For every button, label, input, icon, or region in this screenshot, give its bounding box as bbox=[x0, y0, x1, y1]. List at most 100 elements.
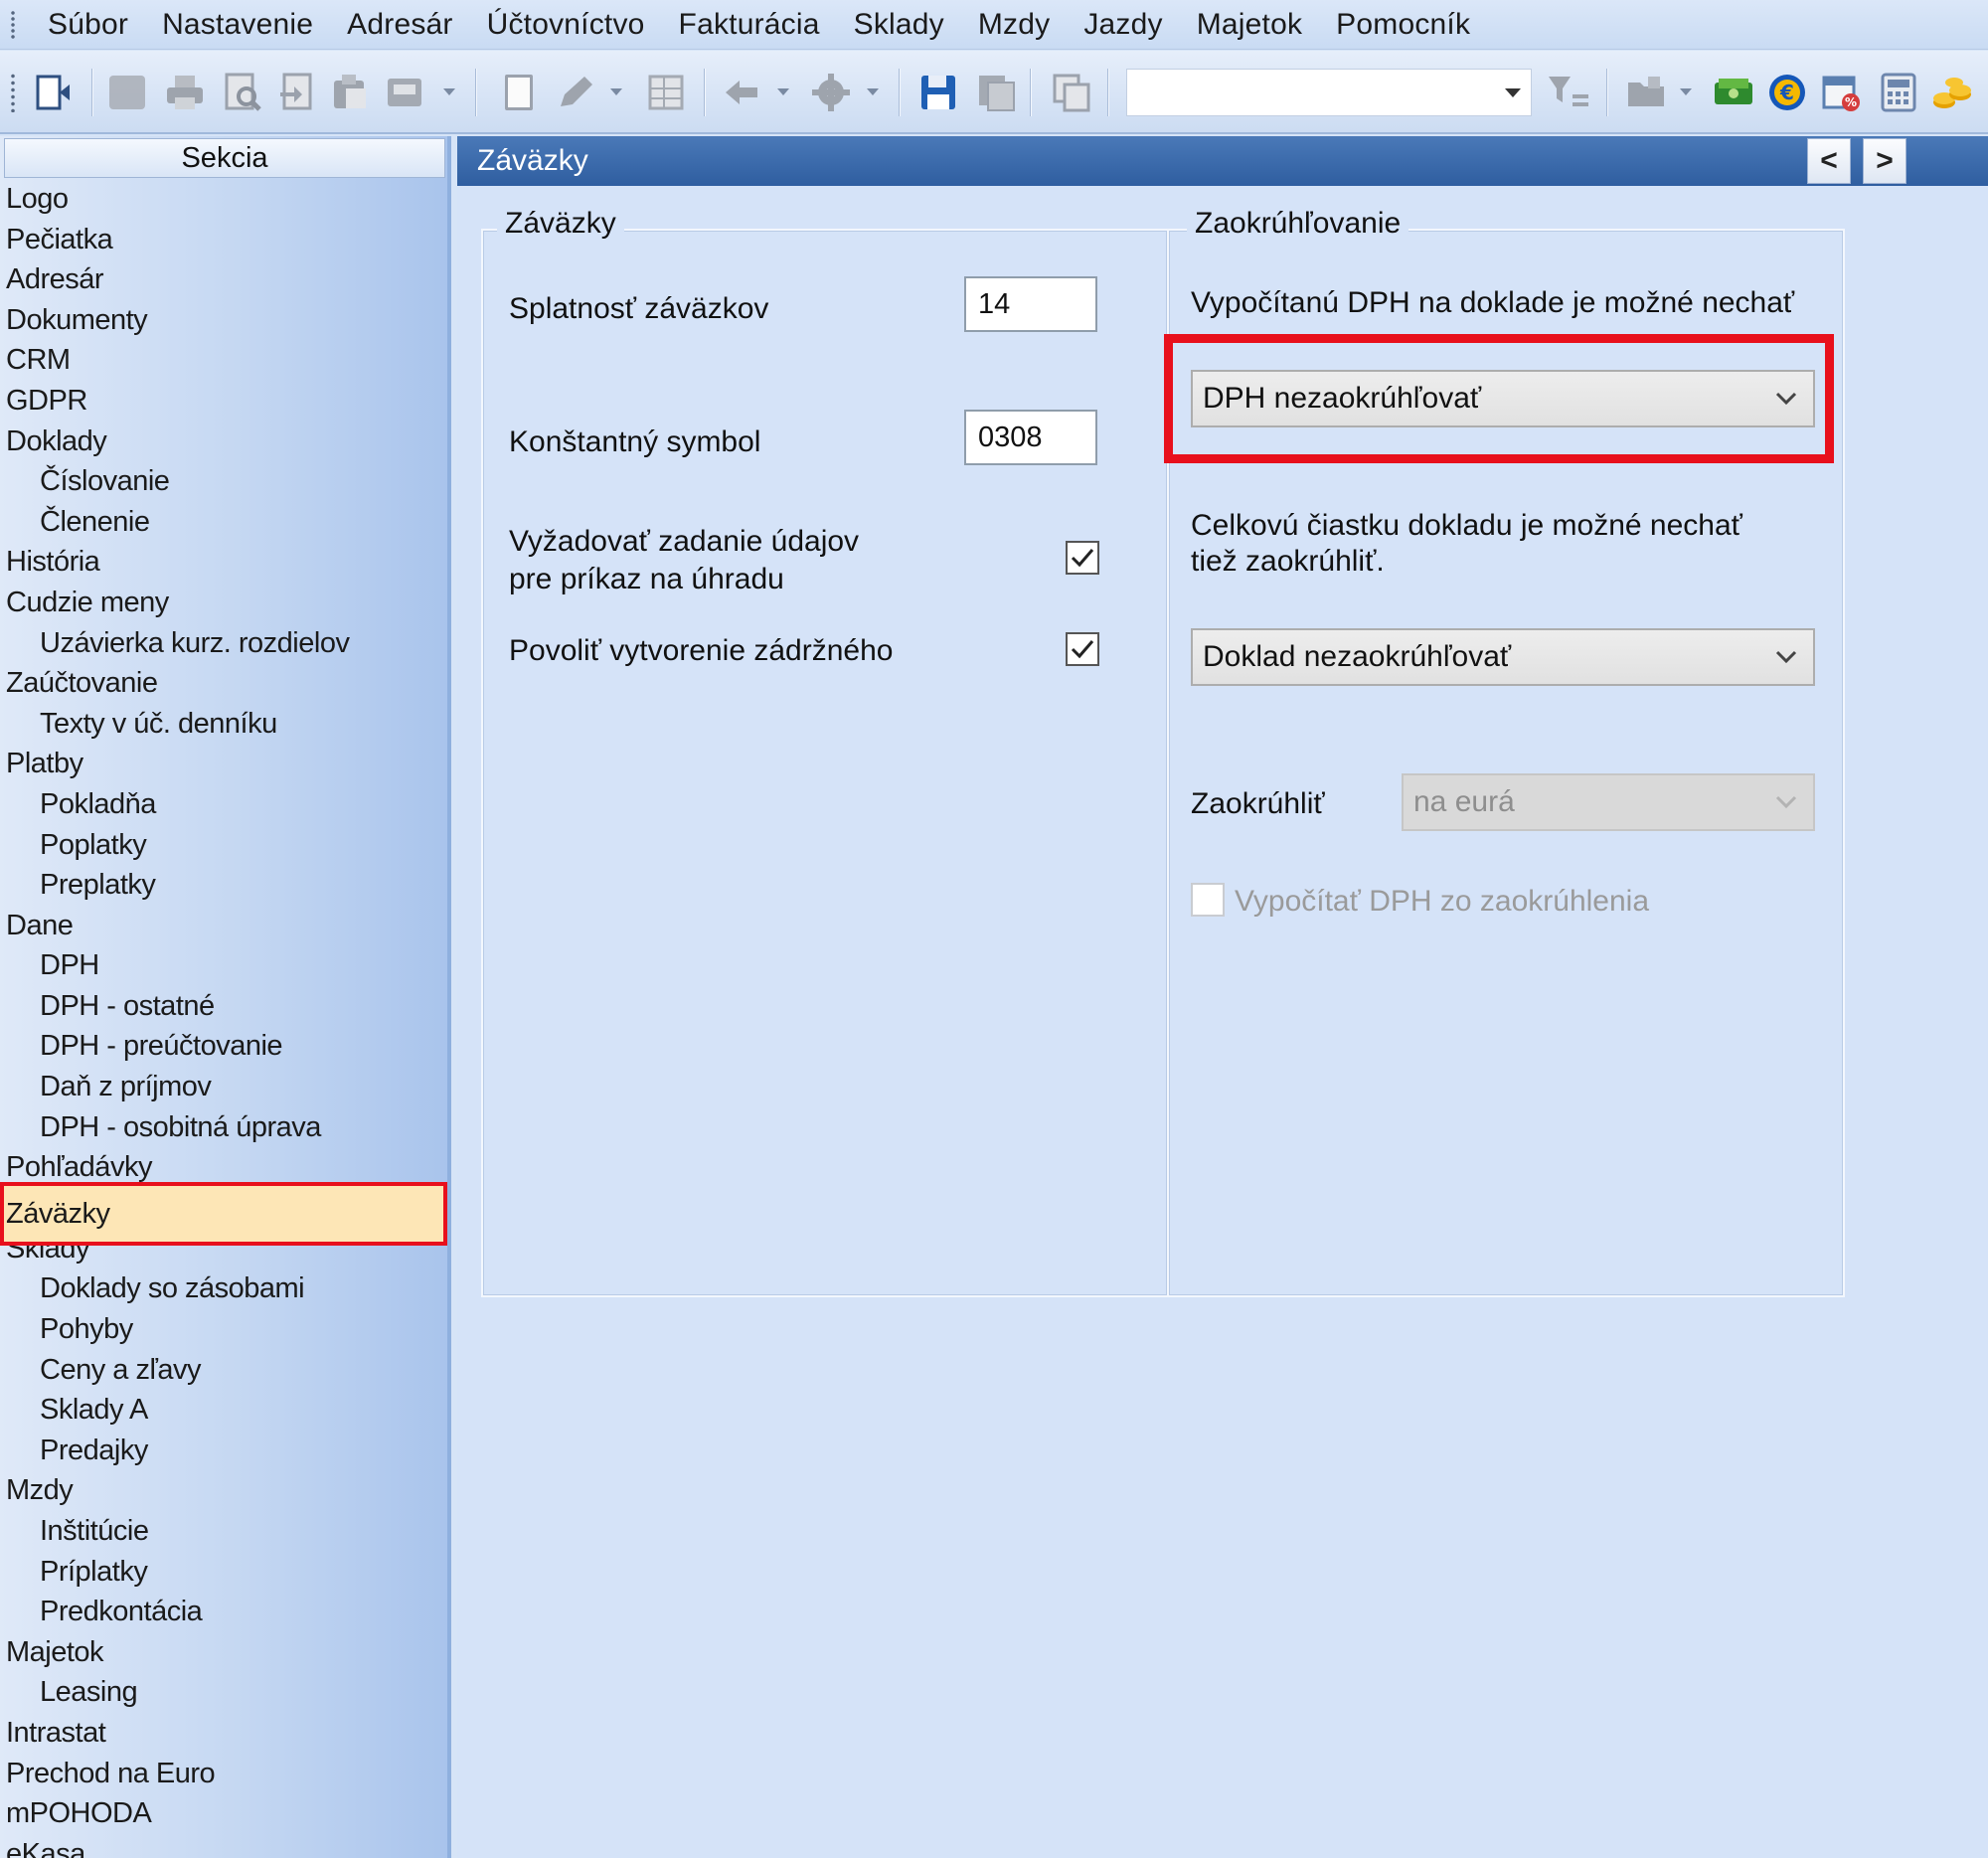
back-icon[interactable] bbox=[720, 71, 763, 114]
section-item-sklady-a[interactable]: Sklady A bbox=[0, 1390, 447, 1431]
section-item-doklady[interactable]: Doklady bbox=[0, 422, 447, 462]
next-section-button[interactable]: > bbox=[1863, 138, 1906, 184]
section-item-priplatky[interactable]: Príplatky bbox=[0, 1552, 447, 1593]
section-item-majetok[interactable]: Majetok bbox=[0, 1632, 447, 1673]
save-icon[interactable] bbox=[916, 71, 960, 114]
section-item-dan-z-prijmov[interactable]: Daň z príjmov bbox=[0, 1067, 447, 1107]
section-item-mzdy[interactable]: Mzdy bbox=[0, 1470, 447, 1511]
menu-pomocnik[interactable]: Pomocník bbox=[1336, 8, 1470, 42]
section-item-texty-v-uc-denniku[interactable]: Texty v úč. denníku bbox=[0, 704, 447, 745]
section-item-leasing[interactable]: Leasing bbox=[0, 1672, 447, 1713]
section-item-cislovanie[interactable]: Číslovanie bbox=[0, 461, 447, 502]
section-item-historia[interactable]: História bbox=[0, 542, 447, 583]
menu-majetok[interactable]: Majetok bbox=[1197, 8, 1302, 42]
menu-nastavenie[interactable]: Nastavenie bbox=[162, 8, 313, 42]
section-item-prechod-na-euro[interactable]: Prechod na Euro bbox=[0, 1754, 447, 1794]
print-icon[interactable] bbox=[163, 71, 207, 114]
menu-bar: Súbor Nastavenie Adresár Účtovníctvo Fak… bbox=[0, 0, 1988, 50]
toolbar-grip[interactable] bbox=[10, 73, 18, 112]
toolbar-search-combo[interactable] bbox=[1126, 69, 1532, 116]
copy-icon[interactable] bbox=[105, 71, 149, 114]
total-hint-line1: Celkovú čiastku dokladu je možné nechať bbox=[1191, 509, 1742, 542]
section-item-preplatky[interactable]: Preplatky bbox=[0, 865, 447, 906]
section-item-zauctovanie[interactable]: Zaúčtovanie bbox=[0, 663, 447, 704]
section-item-adresar[interactable]: Adresár bbox=[0, 259, 447, 300]
section-item-poplatky[interactable]: Poplatky bbox=[0, 825, 447, 866]
section-item-dph-ostatne[interactable]: DPH - ostatné bbox=[0, 986, 447, 1027]
section-item-pokladna[interactable]: Pokladňa bbox=[0, 784, 447, 825]
section-item-ceny-a-zlavy[interactable]: Ceny a zľavy bbox=[0, 1350, 447, 1391]
section-item-mpohoda[interactable]: mPOHODA bbox=[0, 1793, 447, 1834]
send-icon[interactable] bbox=[384, 71, 427, 114]
menu-subor[interactable]: Súbor bbox=[48, 8, 128, 42]
doklad-rounding-select[interactable]: Doklad nezaokrúhľovať bbox=[1191, 628, 1815, 686]
zaokruhlit-select[interactable]: na eurá bbox=[1402, 773, 1815, 831]
agenda-icon[interactable] bbox=[32, 71, 76, 114]
section-item-predajky[interactable]: Predajky bbox=[0, 1431, 447, 1471]
doklad-rounding-value: Doklad nezaokrúhľovať bbox=[1203, 640, 1512, 673]
section-item-institucie[interactable]: Inštitúcie bbox=[0, 1511, 447, 1552]
menubar-grip[interactable] bbox=[10, 9, 20, 40]
euro-icon[interactable]: € bbox=[1765, 71, 1809, 114]
calendar-percent-icon[interactable]: % bbox=[1819, 71, 1863, 114]
paste-icon[interactable] bbox=[328, 71, 372, 114]
section-item-dph[interactable]: DPH bbox=[0, 945, 447, 986]
section-item-intrastat[interactable]: Intrastat bbox=[0, 1713, 447, 1754]
vypocitat-dph-label: Vypočítať DPH zo zaokrúhlenia bbox=[1235, 885, 1650, 918]
chevron-down-icon[interactable] bbox=[1495, 70, 1531, 115]
section-item-dph-osobitna-uprava[interactable]: DPH - osobitná úprava bbox=[0, 1107, 447, 1148]
save-copy-icon[interactable] bbox=[974, 71, 1018, 114]
vyzadovat-label-line1: Vyžadovať zadanie údajov bbox=[509, 525, 860, 558]
splatnost-input[interactable]: 14 bbox=[964, 276, 1097, 332]
previous-section-button[interactable]: < bbox=[1807, 138, 1851, 184]
dph-hint-text: Vypočítanú DPH na doklade je možné necha… bbox=[1191, 286, 1795, 319]
zaokruhlit-label: Zaokrúhliť bbox=[1191, 787, 1325, 820]
table-icon[interactable] bbox=[644, 71, 688, 114]
zavazky-group-title: Záväzky bbox=[497, 207, 624, 241]
section-item-platby[interactable]: Platby bbox=[0, 744, 447, 784]
section-item-dane[interactable]: Dane bbox=[0, 906, 447, 946]
konstantny-symbol-label: Konštantný symbol bbox=[509, 425, 761, 458]
menu-fakturacia[interactable]: Fakturácia bbox=[679, 8, 820, 42]
section-item-predkontacia[interactable]: Predkontácia bbox=[0, 1592, 447, 1632]
menu-uctovnictvo[interactable]: Účtovníctvo bbox=[487, 8, 645, 42]
section-item-dph-preuctovanie[interactable]: DPH - preúčtovanie bbox=[0, 1026, 447, 1067]
cash-icon[interactable] bbox=[1712, 71, 1755, 114]
section-item-doklady-so-zasobami[interactable]: Doklady so zásobami bbox=[0, 1268, 447, 1309]
filter-icon[interactable] bbox=[1547, 71, 1590, 114]
preview-icon[interactable] bbox=[221, 71, 264, 114]
section-item-zavazky[interactable]: Záväzky bbox=[0, 1181, 447, 1246]
section-item-peciatka[interactable]: Pečiatka bbox=[0, 220, 447, 260]
settings-icon[interactable] bbox=[809, 71, 853, 114]
section-item-clenenie[interactable]: Členenie bbox=[0, 502, 447, 543]
menu-sklady[interactable]: Sklady bbox=[854, 8, 944, 42]
section-item-logo[interactable]: Logo bbox=[0, 179, 447, 220]
section-item-dokumenty[interactable]: Dokumenty bbox=[0, 300, 447, 341]
settings-content: Záväzky Splatnosť záväzkov 14 Konštantný… bbox=[457, 186, 1988, 1858]
panel-title: Záväzky bbox=[477, 144, 588, 177]
edit-icon[interactable] bbox=[553, 71, 596, 114]
menu-adresar[interactable]: Adresár bbox=[347, 8, 452, 42]
section-item-pohyby[interactable]: Pohyby bbox=[0, 1309, 447, 1350]
konstantny-symbol-input[interactable]: 0308 bbox=[964, 410, 1097, 465]
new-document-icon[interactable] bbox=[497, 71, 541, 114]
calculator-icon[interactable] bbox=[1877, 71, 1920, 114]
duplicate-icon[interactable] bbox=[1050, 71, 1093, 114]
povolit-zadrzne-label: Povoliť vytvorenie zádržného bbox=[509, 634, 894, 667]
section-item-crm[interactable]: CRM bbox=[0, 340, 447, 381]
vyzadovat-checkbox[interactable] bbox=[1066, 541, 1099, 575]
section-item-uzavierka-kurz-rozdielov[interactable]: Uzávierka kurz. rozdielov bbox=[0, 623, 447, 664]
section-item-gdpr[interactable]: GDPR bbox=[0, 381, 447, 422]
export-pdf-icon[interactable] bbox=[274, 71, 318, 114]
menu-jazdy[interactable]: Jazdy bbox=[1083, 8, 1162, 42]
vypocitat-dph-checkbox[interactable] bbox=[1191, 883, 1225, 917]
section-item-cudzie-meny[interactable]: Cudzie meny bbox=[0, 583, 447, 623]
total-hint-line2: tiež zaokrúhliť. bbox=[1191, 545, 1385, 578]
section-header: Sekcia bbox=[4, 138, 445, 178]
section-item-ekasa[interactable]: eKasa bbox=[0, 1834, 447, 1858]
chevron-down-icon bbox=[1775, 650, 1797, 664]
coins-icon[interactable] bbox=[1930, 71, 1974, 114]
folder-icon[interactable] bbox=[1624, 71, 1668, 114]
povolit-zadrzne-checkbox[interactable] bbox=[1066, 632, 1099, 666]
menu-mzdy[interactable]: Mzdy bbox=[978, 8, 1050, 42]
